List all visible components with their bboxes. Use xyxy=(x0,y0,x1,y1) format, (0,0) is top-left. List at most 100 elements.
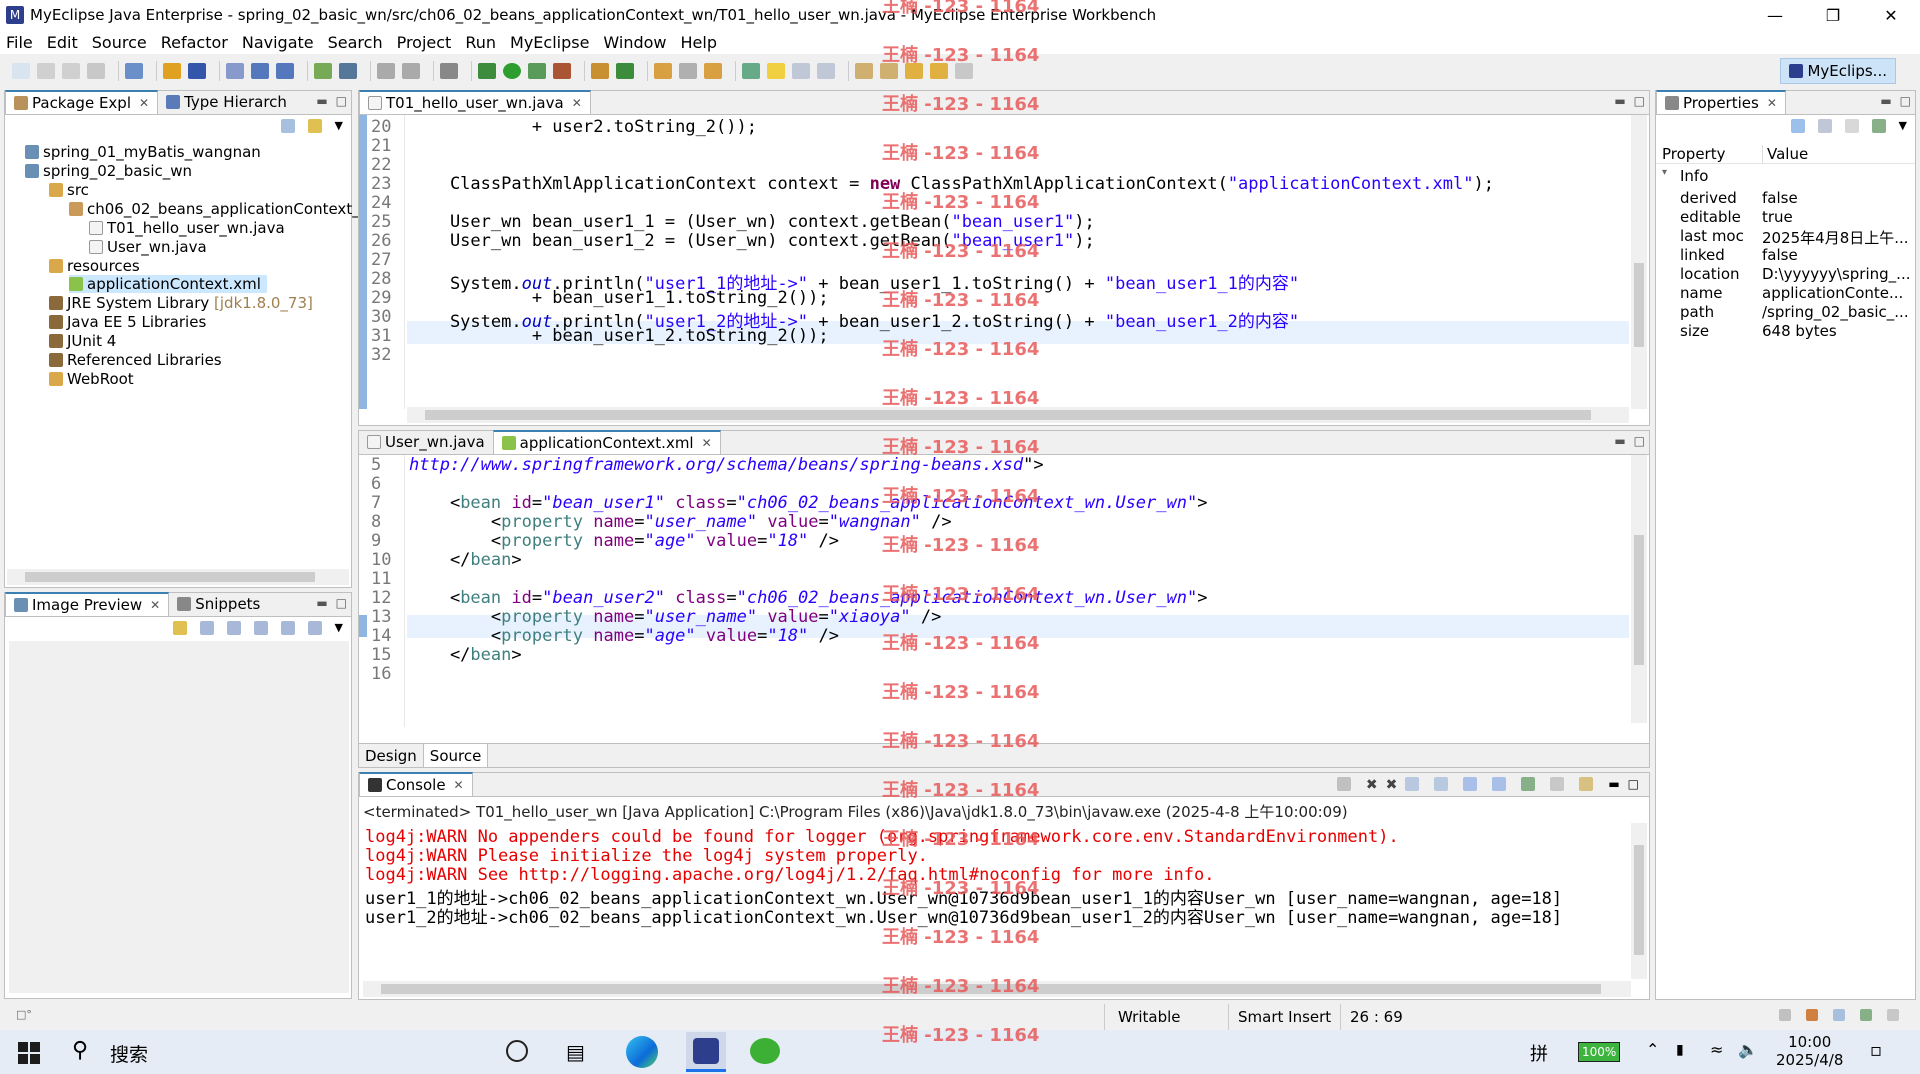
new-class-icon[interactable] xyxy=(591,63,609,79)
tree-package[interactable]: ch06_02_beans_applicationContext_ xyxy=(69,200,360,218)
minimize-icon[interactable]: ▬ xyxy=(1614,434,1625,448)
maximize-icon[interactable]: □ xyxy=(1900,94,1911,108)
display-console-icon[interactable] xyxy=(1550,777,1565,791)
close-icon[interactable]: ✕ xyxy=(572,96,582,110)
battery-indicator[interactable]: 100% xyxy=(1578,1042,1621,1062)
new-interface-icon[interactable] xyxy=(616,63,634,79)
tree-src[interactable]: src xyxy=(49,181,89,199)
sync-icon[interactable] xyxy=(402,63,420,79)
highlight-icon[interactable] xyxy=(767,63,785,79)
menu-refactor[interactable]: Refactor xyxy=(161,33,228,52)
property-row[interactable]: derived false xyxy=(1656,189,1915,208)
ime-icon[interactable]: 拼 xyxy=(1530,1040,1548,1066)
menu-project[interactable]: Project xyxy=(397,33,452,52)
menu-window[interactable]: Window xyxy=(603,33,666,52)
tree-project-spring02[interactable]: spring_02_basic_wn xyxy=(25,162,192,180)
terminal-icon[interactable] xyxy=(440,63,458,79)
view-menu-icon[interactable]: ▼ xyxy=(1899,119,1907,133)
code-line[interactable]: <property name="age" value="18" /> xyxy=(409,531,839,551)
code-line[interactable]: <property name="user_name" value="xiaoya… xyxy=(409,607,941,627)
minimize-button[interactable]: — xyxy=(1746,0,1804,30)
col-value-header[interactable]: Value xyxy=(1762,145,1808,163)
show-categories-icon[interactable] xyxy=(1790,119,1805,133)
menu-navigate[interactable]: Navigate xyxy=(242,33,314,52)
myeclipse-taskbar-icon[interactable] xyxy=(686,1032,726,1072)
minimize-icon[interactable]: ▬ xyxy=(1608,777,1619,793)
menu-run[interactable]: Run xyxy=(465,33,496,52)
deploy-icon[interactable] xyxy=(226,63,244,79)
task-icon[interactable] xyxy=(377,63,395,79)
maximize-icon[interactable]: □ xyxy=(1634,94,1645,108)
maximize-icon[interactable]: □ xyxy=(336,596,347,610)
fit-icon[interactable] xyxy=(199,621,214,635)
minimize-icon[interactable]: ▬ xyxy=(1614,94,1625,108)
tree-project-spring01[interactable]: spring_01_myBatis_wangnan xyxy=(25,143,261,161)
server-icon[interactable] xyxy=(251,63,269,79)
minimize-icon[interactable]: ▬ xyxy=(1880,94,1891,108)
link-editor-icon[interactable] xyxy=(307,119,322,133)
edge-browser-icon[interactable] xyxy=(626,1036,658,1068)
maximize-button[interactable]: ❐ xyxy=(1804,0,1862,30)
scroll-lock-icon[interactable] xyxy=(1405,777,1420,791)
vertical-scrollbar[interactable] xyxy=(1631,455,1647,723)
property-row[interactable]: last moc 2025年4月8日上午... xyxy=(1656,227,1915,247)
sync-icon[interactable] xyxy=(172,621,187,635)
refresh-icon[interactable] xyxy=(314,63,332,79)
wifi-icon[interactable]: ≈ xyxy=(1710,1040,1723,1059)
minimize-icon[interactable]: ▬ xyxy=(316,94,327,108)
zoom-out-icon[interactable] xyxy=(226,621,241,635)
status-icon-3[interactable] xyxy=(1833,1009,1845,1021)
remove-launch-icon[interactable]: ✖ xyxy=(1366,777,1378,793)
notification-icon[interactable]: □° xyxy=(16,1008,32,1021)
open-folder-icon[interactable] xyxy=(654,63,672,79)
task-view-icon[interactable]: ▤ xyxy=(566,1040,585,1064)
code-line[interactable]: + bean_user1_2.toString_2()); xyxy=(409,326,829,346)
code-line[interactable]: </bean> xyxy=(409,645,522,665)
close-icon[interactable]: ✕ xyxy=(454,778,464,792)
code-line[interactable]: <property name="user_name" value="wangna… xyxy=(409,512,952,532)
close-icon[interactable]: ✕ xyxy=(150,598,160,612)
print-icon[interactable] xyxy=(87,63,105,79)
tree-file-appctx[interactable]: applicationContext.xml xyxy=(69,275,267,293)
vertical-scrollbar[interactable] xyxy=(1631,823,1647,979)
chevron-up-icon[interactable]: ⌃ xyxy=(1646,1040,1659,1059)
properties-group-info[interactable]: ▾ Info xyxy=(1656,167,1915,186)
tree-junit-library[interactable]: JUnit 4 xyxy=(49,332,116,350)
remove-all-icon[interactable]: ✖ xyxy=(1386,777,1398,793)
tab-appctx-xml[interactable]: applicationContext.xml ✕ xyxy=(492,430,721,454)
code-line[interactable]: </bean> xyxy=(409,550,522,570)
menu-search[interactable]: Search xyxy=(328,33,383,52)
toggle-mark-icon[interactable] xyxy=(742,63,760,79)
menu-source[interactable]: Source xyxy=(92,33,147,52)
status-icon-1[interactable] xyxy=(1779,1009,1791,1021)
code-line[interactable]: <bean id="bean_user2" class="ch06_02_bea… xyxy=(409,588,1208,608)
show-on-error-icon[interactable] xyxy=(1492,777,1507,791)
tree-javaee-library[interactable]: Java EE 5 Libraries xyxy=(49,313,206,331)
debug-icon[interactable] xyxy=(478,63,496,79)
menu-file[interactable]: File xyxy=(6,33,33,52)
code-line[interactable]: <bean id="bean_user1" class="ch06_02_bea… xyxy=(409,493,1208,513)
save-all-icon[interactable] xyxy=(62,63,80,79)
tree-resources[interactable]: resources xyxy=(49,257,140,275)
perspective-myeclipse[interactable]: MyEclips... xyxy=(1780,58,1896,84)
code-line[interactable]: User_wn bean_user1_1 = (User_wn) context… xyxy=(409,212,1095,232)
external-tools-icon[interactable] xyxy=(553,63,571,79)
save-icon[interactable] xyxy=(37,63,55,79)
taskbar-clock[interactable]: 10:00 2025/4/8 xyxy=(1776,1033,1843,1069)
vertical-scrollbar[interactable] xyxy=(1631,115,1647,409)
tree-file-t01[interactable]: T01_hello_user_wn.java xyxy=(89,219,285,237)
tab-package-explorer[interactable]: Package Expl ✕ xyxy=(5,90,159,114)
search-icon[interactable]: ⚲ xyxy=(72,1038,88,1063)
menu-help[interactable]: Help xyxy=(681,33,717,52)
horizontal-scrollbar[interactable] xyxy=(7,569,349,585)
minimize-icon[interactable]: ▬ xyxy=(316,596,327,610)
new-icon[interactable] xyxy=(12,63,30,79)
coverage-icon[interactable] xyxy=(528,63,546,79)
taskbar-search-box[interactable]: 搜索 xyxy=(110,1040,148,1067)
close-icon[interactable]: ✕ xyxy=(1767,96,1777,110)
show-on-output-icon[interactable] xyxy=(1463,777,1478,791)
view-menu-icon[interactable]: ▼ xyxy=(335,119,343,133)
code-line[interactable]: <property name="age" value="18" /> xyxy=(409,626,839,646)
code-line[interactable]: + user2.toString_2()); xyxy=(409,117,757,137)
status-icon-4[interactable] xyxy=(1860,1009,1872,1021)
